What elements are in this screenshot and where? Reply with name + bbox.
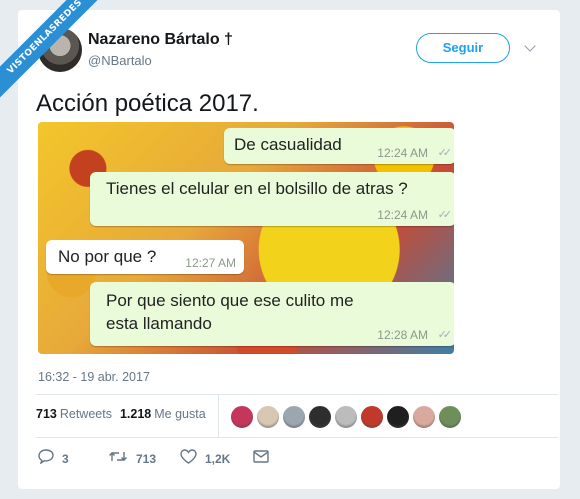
chat-message: Tienes el celular en el bolsillo de atra…	[106, 179, 408, 198]
liker-avatar[interactable]	[256, 405, 280, 429]
stats-separator	[218, 394, 219, 437]
likes-count[interactable]: 1.218	[120, 407, 151, 421]
chat-bubble-outgoing: Tienes el celular en el bolsillo de atra…	[90, 172, 454, 226]
tweet-image[interactable]: De casualidad 12:24 AM ✓✓ Tienes el celu…	[38, 122, 454, 354]
reply-icon	[38, 449, 54, 469]
read-checks-icon: ✓✓	[437, 209, 453, 221]
divider	[36, 437, 558, 438]
likes-label[interactable]: Me gusta	[154, 407, 205, 421]
reply-count: 3	[62, 452, 69, 466]
chat-message: No por que ?	[58, 247, 157, 266]
retweet-icon	[108, 449, 128, 469]
liker-avatar[interactable]	[334, 405, 358, 429]
tweet-stats: 713 Retweets 1.218 Me gusta	[36, 407, 206, 421]
follow-button[interactable]: Seguir	[416, 33, 510, 63]
chevron-down-icon[interactable]	[524, 40, 536, 52]
chat-time: 12:24 AM	[377, 208, 428, 222]
watermark-text: VISTOENLASREDES	[0, 0, 113, 105]
like-count: 1,2K	[205, 452, 231, 466]
liker-avatar[interactable]	[412, 405, 436, 429]
retweet-button[interactable]: 713	[108, 450, 156, 468]
liker-avatar[interactable]	[386, 405, 410, 429]
retweet-count: 713	[136, 452, 157, 466]
liker-avatar[interactable]	[438, 405, 462, 429]
chat-time: 12:28 AM	[377, 328, 428, 342]
chat-message: De casualidad	[234, 135, 342, 154]
like-button[interactable]: 1,2K	[180, 449, 231, 469]
heart-icon	[180, 449, 197, 469]
divider	[36, 394, 558, 395]
chat-time: 12:27 AM	[185, 256, 236, 270]
watermark-banner: VISTOENLASREDES	[0, 0, 120, 120]
liker-avatar[interactable]	[282, 405, 306, 429]
read-checks-icon: ✓✓	[437, 147, 453, 159]
liker-avatar[interactable]	[308, 405, 332, 429]
chat-bubble-incoming: No por que ? 12:27 AM	[46, 240, 244, 274]
liker-avatar[interactable]	[360, 405, 384, 429]
chat-time: 12:24 AM	[377, 146, 428, 160]
envelope-icon	[253, 450, 269, 468]
read-checks-icon: ✓✓	[437, 329, 453, 341]
direct-message-button[interactable]	[253, 450, 277, 468]
chat-bubble-outgoing: Por que siento que ese culito me esta ll…	[90, 282, 454, 346]
liker-avatar[interactable]	[230, 405, 254, 429]
chat-bubble-outgoing: De casualidad 12:24 AM ✓✓	[224, 128, 454, 164]
tweet-date[interactable]: 16:32 - 19 abr. 2017	[38, 370, 150, 384]
chat-message: Por que siento que ese culito me esta ll…	[106, 291, 354, 333]
retweets-label[interactable]: Retweets	[60, 407, 112, 421]
retweets-count[interactable]: 713	[36, 407, 57, 421]
reply-button[interactable]: 3	[38, 449, 69, 469]
